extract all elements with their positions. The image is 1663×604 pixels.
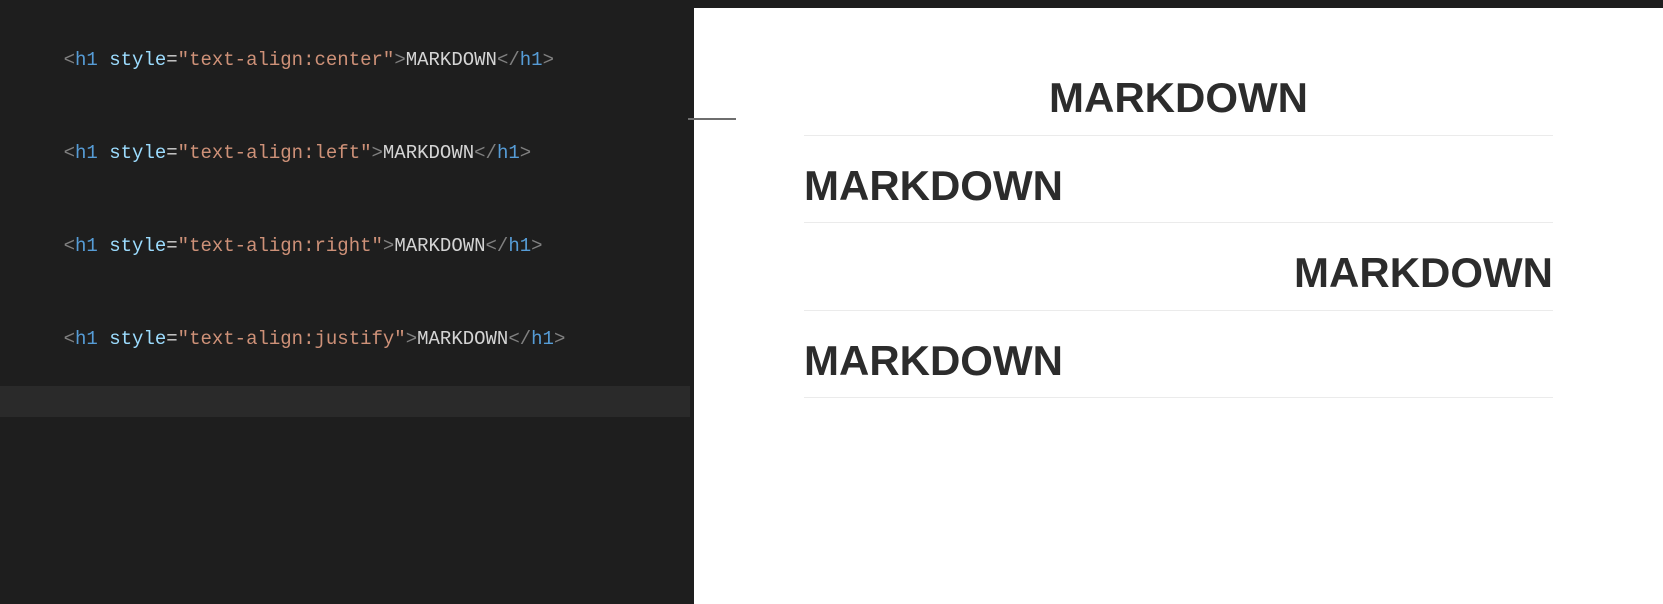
preview-heading-justify: MARKDOWN	[804, 335, 1553, 399]
tag-name: h1	[75, 49, 98, 71]
splitter-handle-icon	[688, 118, 736, 120]
code-line-active[interactable]	[0, 386, 690, 417]
angle-open: <	[64, 49, 75, 71]
preview-heading-right: MARKDOWN	[804, 247, 1553, 311]
attr-value: "text-align:center"	[178, 49, 395, 71]
code-line[interactable]: <h1 style="text-align:left">MARKDOWN</h1…	[0, 107, 690, 200]
preview-heading-left: MARKDOWN	[804, 160, 1553, 224]
code-line[interactable]: <h1 style="text-align:right">MARKDOWN</h…	[0, 200, 690, 293]
pane-splitter[interactable]	[690, 0, 694, 604]
attr-name: style	[109, 49, 166, 71]
code-editor[interactable]: <h1 style="text-align:center">MARKDOWN</…	[0, 0, 690, 604]
inner-text: MARKDOWN	[406, 49, 497, 71]
code-line[interactable]: <h1 style="text-align:justify">MARKDOWN<…	[0, 293, 690, 386]
markdown-preview: MARKDOWN MARKDOWN MARKDOWN MARKDOWN	[694, 0, 1663, 604]
code-line[interactable]: <h1 style="text-align:center">MARKDOWN</…	[0, 14, 690, 107]
preview-heading-center: MARKDOWN	[804, 72, 1553, 136]
